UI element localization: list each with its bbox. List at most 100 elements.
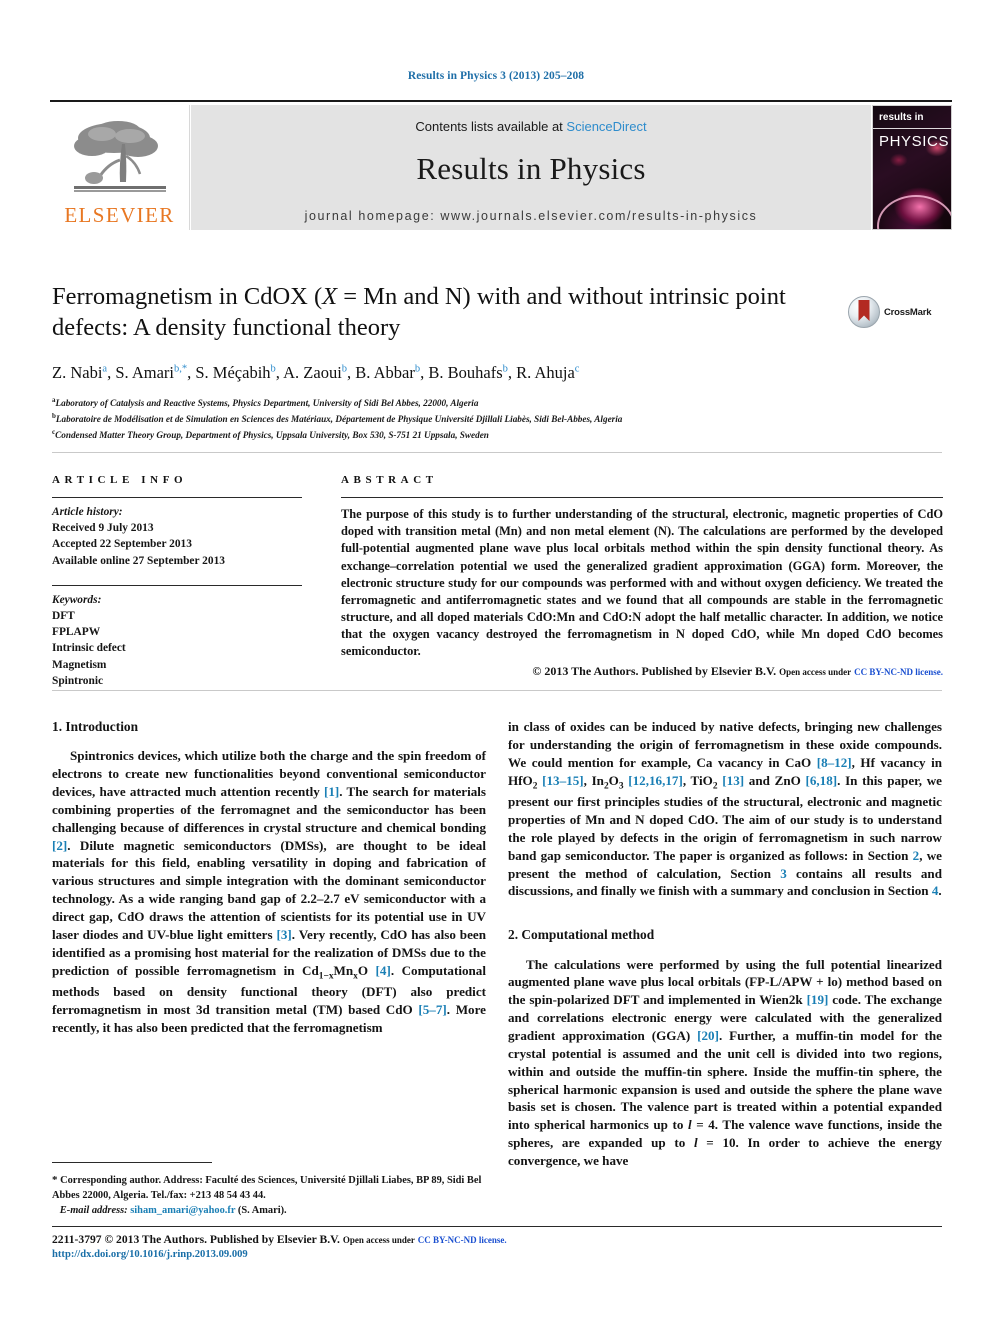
italic-symbol: l	[687, 1117, 692, 1133]
cover-divider	[873, 128, 951, 129]
crossmark-label: CrossMark	[884, 306, 932, 318]
affiliation-item: aLaboratory of Catalysis and Reactive Sy…	[52, 395, 842, 411]
citation-reference[interactable]: [4]	[376, 963, 391, 978]
author-name: Z. Nabi	[52, 362, 103, 382]
email-link[interactable]: siham_amari@yahoo.fr	[130, 1205, 235, 1216]
subscript: 1−x	[318, 971, 334, 982]
page-footer: 2211-3797 © 2013 The Authors. Published …	[52, 1232, 652, 1263]
article-title-variable: X	[322, 283, 338, 310]
citation-reference[interactable]: [13]	[722, 773, 744, 788]
article-history-item: Received 9 July 2013	[52, 522, 154, 535]
body-column-left: 1. Introduction Spintronics devices, whi…	[52, 718, 486, 1037]
affiliation-text: Condensed Matter Theory Group, Departmen…	[55, 430, 489, 441]
article-title-part-b: = Mn and N) with and without intrinsic	[337, 283, 730, 310]
article-history-item: Accepted 22 September 2013	[52, 538, 192, 551]
keywords-rule	[52, 584, 302, 586]
author-affiliation-marker: b	[270, 363, 276, 375]
keyword-item: DFT	[52, 609, 75, 622]
citation-reference[interactable]: [2]	[52, 838, 67, 853]
citation-reference[interactable]: [5–7]	[418, 1002, 446, 1017]
abstract-text: The purpose of this study is to further …	[341, 507, 943, 659]
article-title-part-a: Ferromagnetism in CdOX (	[52, 283, 323, 310]
author-entry: B. Bouhafsb	[428, 363, 508, 382]
author-name: A. Zaoui	[283, 362, 342, 382]
author-name: S. Méçabih	[195, 362, 271, 382]
doi-link[interactable]: http://dx.doi.org/10.1016/j.rinp.2013.09…	[52, 1248, 652, 1263]
section-heading-computational-method: 2. Computational method	[508, 927, 655, 943]
author-name: B. Abbar	[355, 362, 415, 382]
author-entry: A. Zaouib	[283, 363, 347, 382]
article-info-block: ARTICLE INFO Article history: Received 9…	[52, 474, 302, 689]
journal-title: Results in Physics	[416, 151, 646, 186]
citation-reference[interactable]: [13–15]	[542, 773, 583, 788]
intro-paragraph-right: in class of oxides can be induced by nat…	[508, 719, 942, 899]
citation-reference[interactable]: 4	[932, 883, 939, 898]
email-attribution: (S. Amari).	[235, 1205, 287, 1217]
affiliation-list: aLaboratory of Catalysis and Reactive Sy…	[52, 395, 842, 443]
abstract-rule	[341, 497, 943, 498]
author-affiliation-marker: c	[574, 363, 580, 375]
subscript: 2	[712, 781, 718, 792]
title-block: Ferromagnetism in CdOX (X = Mn and N) wi…	[52, 282, 842, 443]
citation-reference[interactable]: [19]	[807, 992, 829, 1007]
keywords-group: Keywords: DFT FPLAPW Intrinsic defect Ma…	[52, 592, 302, 689]
citation-reference[interactable]: [6,18]	[805, 773, 837, 788]
subscript: 3	[618, 781, 624, 792]
article-history-group: Article history: Received 9 July 2013 Ac…	[52, 504, 302, 569]
author-affiliation-marker: b	[341, 363, 348, 375]
crossmark-badge[interactable]: CrossMark	[848, 292, 948, 332]
affiliation-item: bLaboratoire de Modélisation et de Simul…	[52, 411, 842, 427]
citation-reference[interactable]: 3	[780, 866, 787, 881]
citation-reference[interactable]: [20]	[697, 1028, 719, 1043]
email-label: E-mail address:	[59, 1205, 128, 1217]
title-divider	[52, 452, 942, 453]
footer-open-access-note: Open access under	[342, 1235, 415, 1245]
article-info-rule	[52, 497, 302, 498]
affiliation-text: Laboratoire de Modélisation et de Simula…	[55, 414, 623, 425]
contents-line: Contents lists available at ScienceDirec…	[191, 105, 871, 134]
author-name: B. Bouhafs	[428, 362, 503, 382]
subscript: 2	[603, 781, 609, 792]
keyword-item: Spintronic	[52, 674, 104, 687]
footer-license-link[interactable]: CC BY-NC-ND license.	[418, 1235, 507, 1245]
article-history-item: Available online 27 September 2013	[52, 554, 225, 567]
subscript: x	[353, 971, 358, 982]
sciencedirect-link[interactable]: ScienceDirect	[566, 119, 646, 134]
footnote-divider	[52, 1162, 212, 1163]
elsevier-wordmark: ELSEVIER	[64, 203, 175, 227]
keywords-label: Keywords:	[52, 593, 102, 606]
citation-reference[interactable]: 2	[913, 848, 920, 863]
paper-page: Results in Physics 3 (2013) 205–208 ELSE…	[0, 0, 992, 1323]
citation-reference[interactable]: [8–12]	[817, 755, 852, 770]
contents-prefix: Contents lists available at	[415, 119, 567, 134]
author-list: Z. Nabia, S. Amarib,*, S. Méçabihb, A. Z…	[52, 362, 580, 382]
author-entry: S. Méçabihb	[195, 363, 275, 382]
author-affiliation-marker: b	[502, 363, 508, 375]
open-access-note: Open access under	[779, 666, 852, 677]
article-history-label: Article history:	[52, 506, 123, 518]
crossmark-icon	[848, 296, 880, 328]
citation-reference[interactable]: [12,16,17]	[628, 773, 683, 788]
body-column-right: in class of oxides can be induced by nat…	[508, 718, 942, 1170]
crossmark-ribbon-shape	[858, 300, 870, 321]
author-affiliation-marker: b	[414, 363, 421, 375]
elsevier-tree-icon	[68, 116, 172, 204]
author-affiliation-marker: a	[102, 363, 108, 375]
article-title: Ferromagnetism in CdOX (X = Mn and N) wi…	[52, 282, 842, 344]
citation-reference[interactable]: [1]	[324, 784, 339, 799]
corresponding-author-footnote: * Corresponding author. Address: Faculté…	[52, 1172, 486, 1219]
email-line: E-mail address: siham_amari@yahoo.fr (S.…	[52, 1203, 486, 1218]
affiliation-item: cCondensed Matter Theory Group, Departme…	[52, 427, 842, 443]
elsevier-logo: ELSEVIER	[50, 105, 190, 230]
keyword-item: FPLAPW	[52, 626, 101, 639]
author-affiliation-marker: b,*	[174, 363, 188, 375]
license-link[interactable]: CC BY-NC-ND license.	[854, 667, 943, 677]
citation-reference[interactable]: [3]	[277, 927, 292, 942]
author-entry: R. Ahujac	[516, 363, 579, 382]
keyword-item: Intrinsic defect	[52, 642, 126, 655]
keyword-item: Magnetism	[52, 658, 107, 671]
author-entry: Z. Nabia	[52, 363, 107, 382]
intro-paragraph-left: Spintronics devices, which utilize both …	[52, 748, 486, 1035]
journal-homepage-link[interactable]: journal homepage: www.journals.elsevier.…	[191, 209, 871, 223]
affiliation-text: Laboratory of Catalysis and Reactive Sys…	[55, 398, 479, 409]
